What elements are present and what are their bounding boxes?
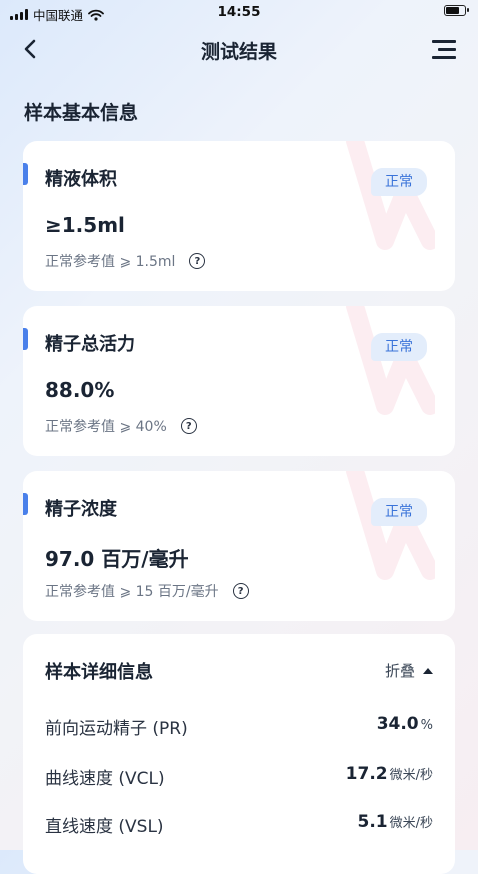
- detail-card: 样本详细信息 折叠 前向运动精子 (PR) 34.0% 曲线速度 (VCL) 1…: [23, 634, 455, 874]
- reference-text: 正常参考值 ⩾ 15 百万/毫升: [45, 584, 219, 600]
- card-value: ≥1.5ml: [45, 213, 125, 237]
- card-decoration: [346, 471, 435, 580]
- card-decoration: [346, 306, 435, 415]
- detail-row-vcl: 曲线速度 (VCL) 17.2 微米/秒: [45, 764, 433, 790]
- metric-card-volume: 精液体积 正常 ≥1.5ml 正常参考值 ⩾ 1.5ml ?: [23, 141, 455, 291]
- row-label: 曲线速度 (VCL): [45, 769, 165, 789]
- card-accent-bar: [23, 493, 28, 515]
- row-label: 直线速度 (VSL): [45, 817, 164, 837]
- row-unit: 微米/秒: [389, 768, 433, 783]
- reference-range: 正常参考值 ⩾ 40% ?: [45, 416, 197, 436]
- card-name: 精子总活力: [45, 334, 135, 355]
- nav-bar: 测试结果: [0, 26, 478, 74]
- detail-row-pr: 前向运动精子 (PR) 34.0%: [45, 714, 433, 740]
- status-bar: 中国联通 14:55: [0, 0, 478, 26]
- card-value: 88.0%: [45, 378, 115, 402]
- status-badge: 正常: [371, 333, 427, 361]
- status-badge: 正常: [371, 498, 427, 526]
- card-decoration: [346, 141, 435, 250]
- help-icon[interactable]: ?: [180, 418, 197, 434]
- fold-label: 折叠: [384, 662, 415, 680]
- reference-text: 正常参考值 ⩾ 1.5ml: [45, 254, 176, 270]
- help-icon[interactable]: ?: [189, 253, 206, 269]
- card-accent-bar: [23, 328, 28, 350]
- row-value: 17.2 微米/秒: [346, 764, 433, 784]
- detail-title: 样本详细信息: [45, 662, 153, 683]
- metric-card-concentration: 精子浓度 正常 97.0 百万/毫升 正常参考值 ⩾ 15 百万/毫升 ?: [23, 471, 455, 621]
- reference-range: 正常参考值 ⩾ 15 百万/毫升 ?: [45, 581, 249, 601]
- reference-text: 正常参考值 ⩾ 40%: [45, 419, 167, 435]
- collapse-caret-icon: [423, 667, 433, 674]
- row-value: 34.0%: [377, 714, 433, 734]
- row-value: 5.1 微米/秒: [357, 812, 433, 832]
- card-accent-bar: [23, 163, 28, 185]
- detail-row-vsl: 直线速度 (VSL) 5.1 微米/秒: [45, 812, 433, 838]
- row-unit: %: [420, 718, 433, 733]
- row-number: 17.2: [345, 764, 388, 784]
- fold-button[interactable]: 折叠: [385, 660, 433, 681]
- row-label: 前向运动精子 (PR): [45, 719, 188, 739]
- section-title: 样本基本信息: [24, 102, 139, 124]
- card-name: 精子浓度: [45, 499, 117, 520]
- status-badge: 正常: [371, 168, 427, 196]
- row-unit: 微米/秒: [389, 816, 433, 831]
- card-value: 97.0 百万/毫升: [45, 547, 189, 571]
- row-number: 34.0: [376, 714, 419, 734]
- menu-icon[interactable]: [432, 38, 456, 60]
- row-number: 5.1: [357, 812, 388, 832]
- status-time: 14:55: [217, 4, 261, 20]
- reference-range: 正常参考值 ⩾ 1.5ml ?: [45, 251, 206, 271]
- page-title: 测试结果: [200, 41, 277, 63]
- battery-icon: [444, 5, 469, 16]
- card-name: 精液体积: [45, 169, 117, 190]
- help-icon[interactable]: ?: [232, 583, 249, 599]
- metric-card-motility: 精子总活力 正常 88.0% 正常参考值 ⩾ 40% ?: [23, 306, 455, 456]
